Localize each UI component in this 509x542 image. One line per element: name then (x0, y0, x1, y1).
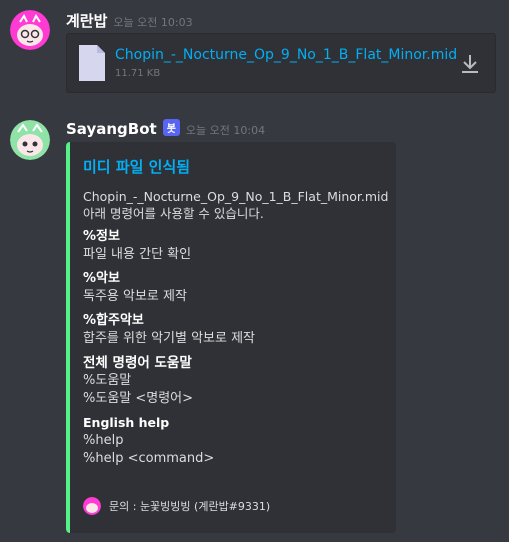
embed-title: 미디 파일 인식됨 (83, 158, 191, 176)
message-header: SayangBot 봇 오늘 오전 10:04 (66, 119, 266, 138)
bot-tag: 봇 (162, 119, 180, 136)
field-value: %help <command> (83, 451, 215, 466)
embed-description-line: 아래 명령어를 사용할 수 있습니다. (83, 206, 264, 221)
field-name: %악보 (83, 271, 120, 286)
field-name: %정보 (83, 229, 120, 244)
bot-avatar[interactable] (10, 120, 50, 160)
message-1: 계란밥 오늘 오전 10:03 Chopin_-_Nocturne_Op_9_N… (0, 0, 509, 100)
embed-description: Chopin_-_Nocturne_Op_9_No_1_B_Flat_Minor… (83, 188, 389, 222)
field-value: %도움말 (83, 373, 132, 388)
field-value: %help (83, 433, 124, 448)
footer-avatar-icon (83, 497, 101, 515)
field-value: 파일 내용 간단 확인 (83, 247, 192, 262)
file-attachment: Chopin_-_Nocturne_Op_9_No_1_B_Flat_Minor… (66, 33, 496, 93)
embed-field-help-en: English help %help %help <command> (83, 414, 384, 468)
timestamp: 오늘 오전 10:04 (185, 124, 266, 137)
field-value: %도움말 <명령어> (83, 391, 194, 406)
embed-field-info: %정보 파일 내용 간단 확인 (83, 228, 384, 264)
user-avatar[interactable] (10, 10, 50, 50)
message-header: 계란밥 오늘 오전 10:03 (66, 10, 193, 31)
embed-description-line: Chopin_-_Nocturne_Op_9_No_1_B_Flat_Minor… (83, 189, 389, 204)
footer-text: 문의 : 눈꽃빙빙빙 (계란밥#9331) (109, 500, 271, 513)
field-name: %합주악보 (83, 313, 144, 328)
embed-footer: 문의 : 눈꽃빙빙빙 (계란밥#9331) (83, 497, 270, 515)
file-icon (79, 45, 105, 81)
download-icon[interactable] (459, 52, 481, 76)
file-size: 11.71 KB (115, 68, 161, 79)
timestamp: 오늘 오전 10:03 (113, 16, 193, 29)
embed-field-ensemble: %합주악보 합주를 위한 악기별 악보로 제작 (83, 312, 384, 348)
field-value: 독주용 악보로 제작 (83, 289, 187, 304)
embed-field-score: %악보 독주용 악보로 제작 (83, 270, 384, 306)
field-name: English help (83, 415, 170, 430)
embed: 미디 파일 인식됨 Chopin_-_Nocturne_Op_9_No_1_B_… (66, 142, 396, 533)
file-name-link[interactable]: Chopin_-_Nocturne_Op_9_No_1_B_Flat_Minor… (115, 47, 457, 63)
username[interactable]: 계란밥 (66, 10, 107, 31)
field-value: 합주를 위한 악기별 악보로 제작 (83, 331, 256, 346)
username[interactable]: SayangBot (66, 120, 157, 138)
embed-field-help-ko: 전체 명령어 도움말 %도움말 %도움말 <명령어> (83, 354, 384, 408)
field-name: 전체 명령어 도움말 (83, 355, 192, 371)
